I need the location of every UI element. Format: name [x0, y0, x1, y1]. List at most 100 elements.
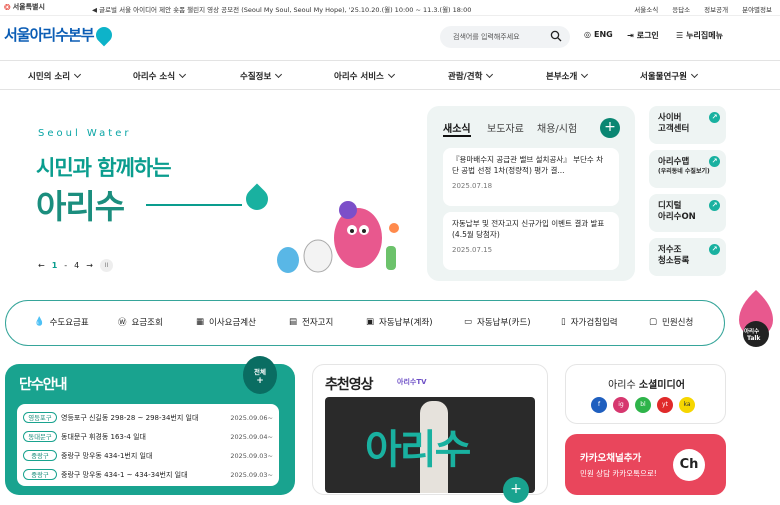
language-button[interactable]: ◎ ENG	[584, 30, 613, 39]
tab-news[interactable]: 새소식	[443, 120, 471, 137]
service-move-calc[interactable]: ▦ 이사요금계산	[196, 316, 256, 328]
news-item[interactable]: 『용마배수지 공급관 밸브 설치공사』 부단수 차단 공법 선정 1차(정량적)…	[443, 148, 619, 206]
news-item-title: 『용마배수지 공급관 밸브 설치공사』 부단수 차단 공법 선정 1차(정량적)…	[452, 155, 604, 175]
tab-press-release[interactable]: 보도자료	[487, 120, 524, 135]
tab-recruitment[interactable]: 채용/시험	[537, 120, 577, 135]
service-autopay-account[interactable]: ▣ 자동납부(계좌)	[366, 316, 433, 328]
district-badge: 중랑구	[23, 469, 57, 480]
top-link-news[interactable]: 서울소식	[634, 4, 658, 14]
service-civil-request[interactable]: ▢ 민원신청	[649, 316, 693, 328]
arisu-talk-button[interactable]: 아리수 Talk	[737, 288, 775, 354]
water-cut-title: 단수안내	[19, 377, 68, 393]
news-more-button[interactable]: +	[600, 118, 620, 138]
recommended-video-panel: 추천영상 아리수TV 아리수 +	[312, 364, 548, 503]
pause-button[interactable]: II	[99, 259, 113, 272]
social-title: 아리수 소셜미디어	[566, 376, 727, 391]
youtube-icon[interactable]: yt	[657, 397, 673, 413]
blog-icon[interactable]: bl	[635, 397, 651, 413]
news-item[interactable]: 자동납부 및 전자고지 신규가입 이벤트 결과 발표(4.5월 당첨자) 202…	[443, 212, 619, 270]
arrow-up-right-icon: ↗	[709, 156, 720, 167]
main-navigation: 시민의 소리 아리수 소식 수질정보 아리수 서비스 관람/견학 본부소개 서울…	[0, 60, 780, 90]
quick-link-digital-arisu[interactable]: 디지털 아리수ON ↗	[649, 194, 726, 232]
prev-arrow-icon[interactable]: ←	[38, 261, 45, 270]
login-icon: ⇥	[627, 31, 634, 40]
service-label: 요금조회	[131, 318, 163, 328]
hero-title: 아리수	[36, 187, 125, 226]
pager-total: 4	[74, 261, 80, 270]
quick-link-cyber-center[interactable]: 사이버 고객센터 ↗	[649, 106, 726, 144]
won-coin-icon: Ⓦ	[118, 318, 127, 328]
pager-separator: -	[64, 261, 68, 270]
service-rate-table[interactable]: 💧 수도요금표	[34, 316, 89, 328]
list-item[interactable]: 영등포구 영등포구 신길동 298-28 ~ 298-34번지 일대 2025.09…	[23, 408, 273, 427]
service-label: 자가검침입력	[570, 318, 618, 328]
service-bar: 💧 수도요금표 Ⓦ 요금조회 ▦ 이사요금계산 ▤ 전자고지 ▣ 자동납부(계좌) ▭ 자동…	[5, 300, 725, 346]
arisu-tv-logo: 아리수TV	[397, 378, 427, 386]
megaphone-icon: ◀	[92, 6, 97, 14]
list-item[interactable]: 중랑구 중랑구 망우동 434-1번지 일대 2025.09.03~	[23, 446, 273, 465]
service-e-notice[interactable]: ▤ 전자고지	[289, 316, 333, 328]
pager-current: 1	[51, 261, 58, 270]
cut-date: 2025.09.06~	[230, 413, 273, 422]
nav-citizen-voice[interactable]: 시민의 소리	[28, 70, 80, 82]
seoul-city-logo[interactable]: ❂ 서울특별시	[4, 2, 45, 12]
quick-link-label: 청소등록	[658, 256, 690, 267]
service-label: 민원신청	[662, 318, 694, 328]
list-item[interactable]: 중랑구 중랑구 망우동 434-1 ~ 434-34번지 일대 2025.09.03…	[23, 465, 273, 484]
nav-water-quality[interactable]: 수질정보	[240, 70, 281, 82]
login-button[interactable]: ⇥ 로그인	[627, 30, 659, 41]
water-cut-list: 영등포구 영등포구 신길동 298-28 ~ 298-34번지 일대 2025.09…	[17, 404, 279, 486]
mascot-illustration	[277, 201, 399, 273]
quick-link-arisu-map[interactable]: 아리수맵 (우리동네 수질보기) ↗	[649, 150, 726, 188]
nav-research-institute[interactable]: 서울물연구원	[640, 70, 697, 82]
language-label: ENG	[593, 30, 613, 39]
quick-link-tank-cleaning[interactable]: 저수조 청소등록 ↗	[649, 238, 726, 276]
service-label: 이사요금계산	[209, 318, 256, 328]
search-icon[interactable]	[550, 30, 562, 42]
water-cut-all-button[interactable]: 전체 +	[243, 356, 277, 394]
social-title-prefix: 아리수	[608, 380, 639, 391]
social-title-bold: 소셜미디어	[638, 380, 685, 391]
facebook-icon[interactable]: f	[591, 397, 607, 413]
video-more-button[interactable]: +	[503, 477, 529, 503]
top-link-eungdapso[interactable]: 응답소	[672, 4, 690, 14]
service-bill-inquiry[interactable]: Ⓦ 요금조회	[118, 316, 163, 328]
top-link-field-info[interactable]: 분야별정보	[742, 4, 772, 14]
news-panel: 새소식 보도자료 채용/시험 + 『용마배수지 공급관 밸브 설치공사』 부단수…	[427, 106, 635, 281]
top-link-info-disclosure[interactable]: 정보공개	[704, 4, 728, 14]
kakao-channel-icon: Ch	[673, 449, 705, 481]
list-item[interactable]: 동대문구 동대문구 휘경동 163-4 일대 2025.09.04~	[23, 427, 273, 446]
nav-arisu-news[interactable]: 아리수 소식	[133, 70, 185, 82]
top-bar: ❂ 서울특별시 ◀ 글로벌 서울 아이디어 제안 숏폼 챌린지 영상 공모전 (S…	[0, 0, 780, 16]
nav-tour[interactable]: 관람/견학	[448, 70, 492, 82]
hamburger-menu-icon: ☰	[676, 31, 684, 40]
brand-logo[interactable]: 서울아리수본부	[4, 23, 115, 46]
service-self-meter[interactable]: ▯ 자가검침입력	[561, 316, 618, 328]
instagram-icon[interactable]: ig	[613, 397, 629, 413]
sitemap-button[interactable]: ☰ 누리집메뉴	[676, 30, 723, 41]
video-thumbnail[interactable]: 아리수	[325, 397, 535, 493]
district-badge: 중랑구	[23, 450, 57, 461]
notice-ticker[interactable]: ◀ 글로벌 서울 아이디어 제안 숏폼 챌린지 영상 공모전 (Seoul My…	[92, 4, 471, 14]
water-drop-icon	[92, 23, 115, 46]
arrow-up-right-icon: ↗	[709, 244, 720, 255]
chat-icon: ▢	[649, 317, 658, 327]
kakaostory-icon[interactable]: ka	[679, 397, 695, 413]
login-label: 로그인	[636, 31, 659, 40]
top-links: 서울소식 응답소 정보공개 분야별정보	[634, 4, 772, 14]
cut-date: 2025.09.04~	[230, 432, 273, 441]
search-placeholder: 검색어를 입력해주세요	[453, 33, 520, 41]
nav-about[interactable]: 본부소개	[546, 70, 587, 82]
video-thumb-text: 아리수	[365, 427, 471, 473]
news-item-date: 2025.07.15	[452, 245, 493, 254]
search-input[interactable]: 검색어를 입력해주세요	[440, 26, 570, 48]
quick-link-label: 고객센터	[658, 124, 690, 135]
kakao-channel-panel[interactable]: 카카오채널추가 민원 상담 카카오톡으로! Ch	[565, 434, 726, 495]
kakao-subtitle: 민원 상담 카카오톡으로!	[580, 469, 657, 478]
hero-headline: 시민과 함께하는	[36, 156, 172, 180]
cut-place: 동대문구 휘경동 163-4 일대	[61, 432, 146, 441]
plus-icon: +	[256, 376, 264, 386]
nav-arisu-service[interactable]: 아리수 서비스	[334, 70, 394, 82]
service-autopay-card[interactable]: ▭ 자동납부(카드)	[464, 316, 531, 328]
next-arrow-icon[interactable]: →	[86, 261, 93, 270]
